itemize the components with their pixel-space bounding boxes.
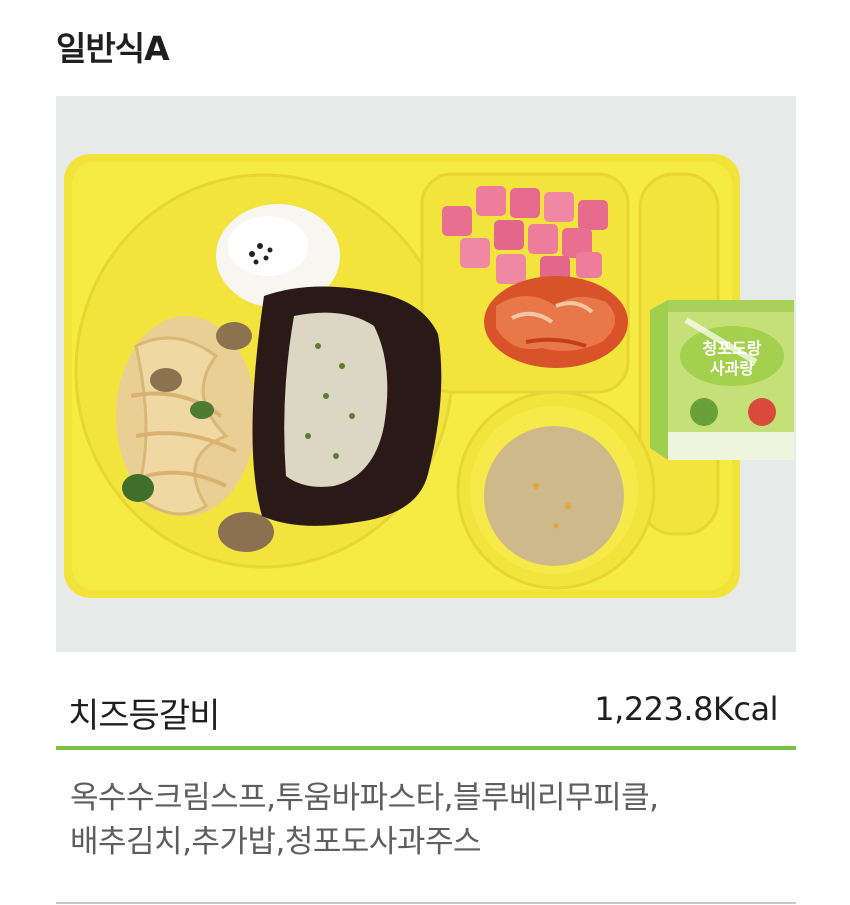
cabbage-kimchi: [484, 276, 628, 368]
tray-illustration: 청포도랑 사과랑: [56, 96, 796, 652]
bottom-divider: [56, 902, 796, 904]
juice-box: 청포도랑 사과랑: [650, 300, 794, 460]
juice-label-line2: 사과랑: [710, 359, 754, 378]
accent-divider: [56, 746, 796, 750]
menu-line-2: 배추김치,추가밥,청포도사과주스: [70, 824, 482, 860]
meal-title: 일반식A: [56, 29, 170, 68]
calories-label: 1,223.8Kcal: [594, 690, 778, 728]
menu-line-1: 옥수수크림스프,투움바파스타,블루베리무피클,: [70, 780, 659, 816]
main-dish-name: 치즈등갈비: [68, 696, 220, 736]
juice-label-line1: 청포도랑: [703, 339, 762, 358]
broccoli: [122, 474, 154, 502]
menu-list: 옥수수크림스프,투움바파스타,블루베리무피클, 배추김치,추가밥,청포도사과주스: [70, 776, 790, 864]
corn-cream-soup: [484, 426, 624, 566]
meal-photo: 청포도랑 사과랑: [56, 96, 796, 652]
mushroom: [218, 512, 274, 552]
dish-row: 치즈등갈비 1,223.8Kcal: [56, 678, 796, 742]
